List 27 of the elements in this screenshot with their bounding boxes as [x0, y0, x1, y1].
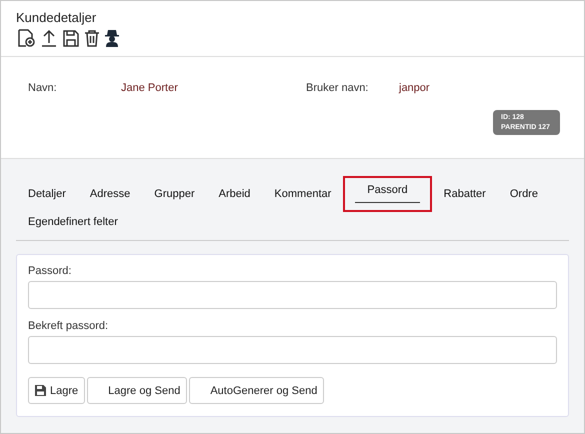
tab[interactable]: Ordre — [498, 176, 550, 212]
save-icon — [35, 385, 46, 396]
page-title: Kundedetaljer — [16, 10, 98, 25]
tab[interactable]: Egendefinert felter — [16, 212, 130, 238]
field-label: Navn: — [28, 82, 58, 94]
field-value: janpor — [399, 82, 430, 94]
input-label: Passord: — [28, 265, 72, 277]
tab[interactable]: Arbeid — [206, 176, 262, 212]
tab[interactable]: Rabatter — [432, 176, 498, 212]
upload-icon[interactable] — [40, 28, 58, 48]
action-button[interactable]: AutoGenerer og Send — [189, 377, 324, 404]
input-field[interactable] — [28, 281, 557, 309]
figure-icon[interactable] — [104, 28, 120, 48]
input-field[interactable] — [28, 336, 557, 364]
action-button[interactable]: Lagre — [28, 377, 86, 404]
tab[interactable]: Grupper — [142, 176, 207, 212]
action-button[interactable]: Lagre og Send — [87, 377, 188, 404]
tab[interactable]: Kommentar — [262, 176, 344, 212]
trash-icon[interactable] — [84, 28, 100, 48]
tab[interactable]: Passord — [343, 176, 432, 212]
field-label: Bruker navn: — [306, 82, 370, 94]
save-icon[interactable] — [62, 28, 80, 48]
tab[interactable]: Adresse — [78, 176, 142, 212]
field-value: Jane Porter — [121, 82, 178, 94]
add-file-icon[interactable] — [16, 28, 36, 48]
tab[interactable]: Detaljer — [16, 176, 78, 212]
input-label: Bekreft passord: — [28, 320, 110, 332]
